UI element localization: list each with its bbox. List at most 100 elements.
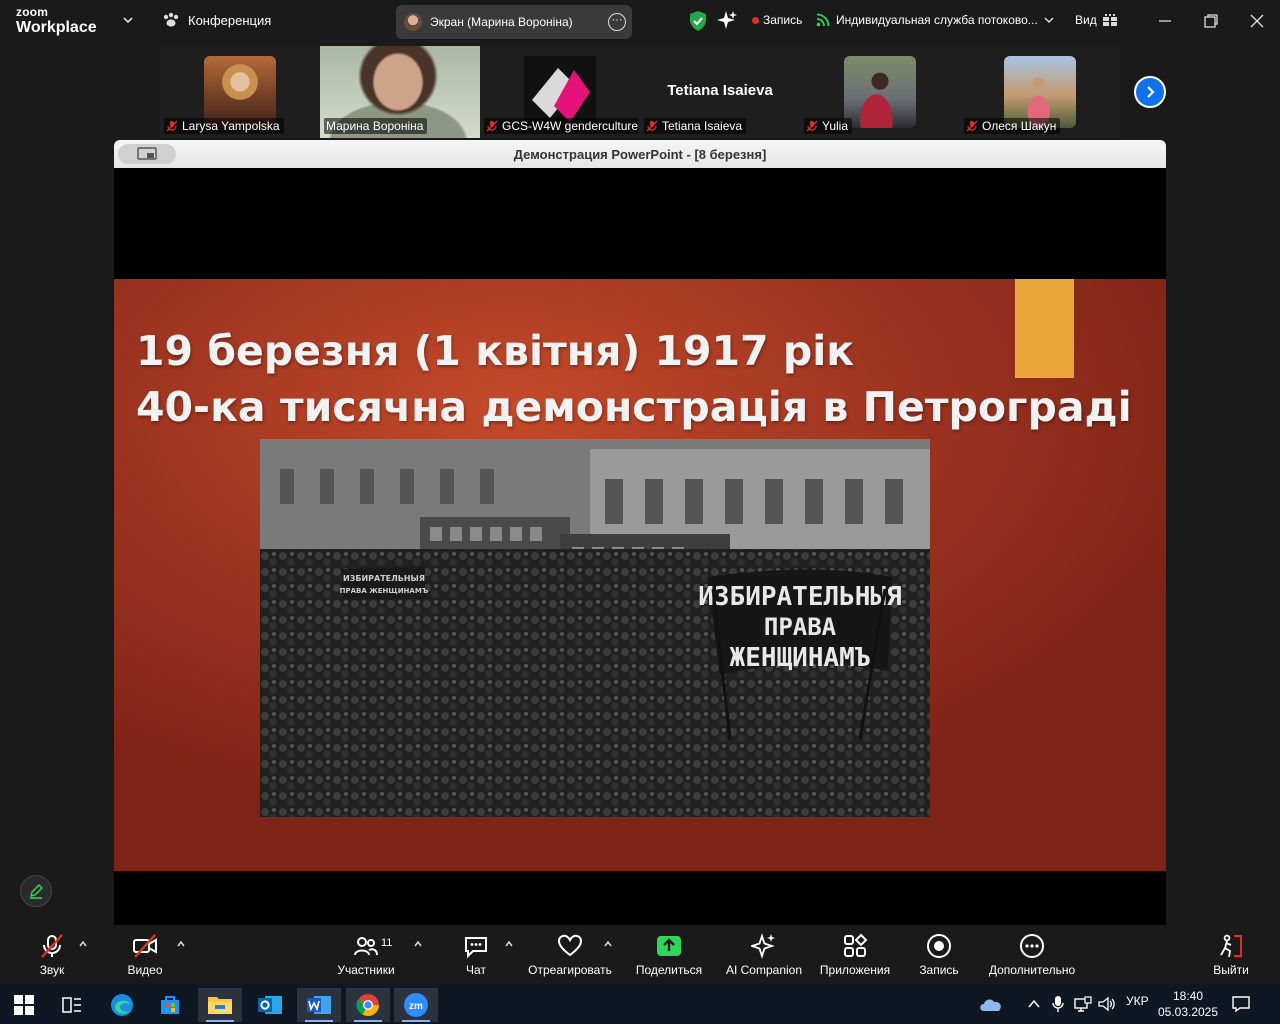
participant-strip: Larysa Yampolska Марина Воронiна GCS-W4W… — [160, 46, 1120, 138]
heart-icon — [557, 934, 583, 957]
participants-button[interactable]: Участники — [318, 933, 414, 977]
chevron-right-icon — [1147, 86, 1155, 98]
ai-sparkle-icon — [751, 933, 775, 959]
chevron-down-icon[interactable] — [122, 14, 134, 26]
ai-sparkle-icon[interactable] — [716, 9, 738, 31]
mic-muted-icon — [966, 120, 978, 132]
chevron-up-icon[interactable] — [504, 939, 514, 949]
chevron-up-icon[interactable] — [603, 939, 613, 949]
chevron-up-icon[interactable] — [413, 939, 423, 949]
restore-icon[interactable] — [1202, 12, 1220, 30]
clock[interactable]: 18:40 05.03.2025 — [1156, 988, 1220, 1020]
ai-companion-button[interactable]: AI Companion — [716, 933, 812, 977]
participant-name: GCS-W4W genderculture — [502, 119, 638, 133]
streaming-service-menu[interactable]: Индивидуальная служба потоково... — [816, 13, 1054, 27]
pencil-icon — [29, 883, 44, 899]
chevron-up-icon[interactable] — [176, 939, 186, 949]
meeting-toolbar: Звук Видео Участники 11 Чат Отреагироват… — [0, 925, 1280, 984]
slide-title-line-2: 40-ка тисячна демонстрація в Петрограді — [136, 383, 1132, 431]
annotate-button[interactable] — [20, 875, 52, 907]
minimize-icon[interactable] — [1156, 12, 1174, 30]
taskbar-store[interactable] — [148, 988, 192, 1022]
taskbar-word[interactable] — [297, 988, 341, 1022]
microphone-icon[interactable] — [1052, 995, 1064, 1013]
participant-label: Олеся Шакун — [964, 118, 1061, 134]
taskbar-outlook[interactable] — [248, 988, 292, 1022]
chat-icon — [465, 937, 487, 959]
view-menu[interactable]: Вид — [1075, 13, 1117, 27]
participant-name: Олеся Шакун — [982, 119, 1057, 133]
chevron-up-icon[interactable] — [1027, 998, 1041, 1010]
chevron-up-icon[interactable] — [78, 939, 88, 949]
record-icon — [927, 934, 951, 958]
notifications-icon[interactable] — [1232, 995, 1250, 1013]
shield-check-icon[interactable] — [688, 10, 708, 32]
participant-name: Larysa Yampolska — [182, 119, 280, 133]
zoom-app-icon: zm — [404, 993, 428, 1017]
participant-label: Марина Воронiна — [324, 118, 428, 134]
mic-muted-icon — [166, 120, 178, 132]
task-view-button[interactable] — [50, 988, 94, 1022]
participant-name: Tetiana Isaieva — [662, 119, 743, 133]
edge-browser-icon — [111, 994, 133, 1016]
view-label: Вид — [1075, 13, 1097, 27]
grid-view-icon — [1102, 14, 1117, 26]
title-bar: zoom Workplace Конференция Экран (Марина… — [0, 0, 1280, 44]
banner-line-2: ПРАВА — [764, 613, 837, 641]
conference-button[interactable]: Конференция — [162, 12, 271, 28]
zoom-workplace-logo[interactable]: zoom Workplace — [16, 6, 97, 36]
leave-label: Выйти — [1213, 963, 1249, 977]
leave-icon — [1220, 934, 1242, 958]
chevron-down-icon — [1044, 17, 1054, 24]
participant-tile[interactable]: Олеся Шакун — [960, 46, 1120, 138]
microphone-muted-icon — [41, 934, 63, 958]
store-icon — [161, 996, 179, 1014]
language-indicator[interactable]: УКР — [1126, 994, 1149, 1008]
windows-logo-icon — [14, 995, 34, 1015]
more-button[interactable]: Дополнительно — [984, 933, 1080, 977]
leave-button[interactable]: Выйти — [1183, 933, 1279, 977]
taskbar-edge[interactable] — [100, 988, 144, 1022]
participant-tile[interactable]: Larysa Yampolska — [160, 46, 320, 138]
participant-photo — [844, 56, 916, 128]
task-view-icon — [62, 997, 81, 1013]
shared-window-title: Демонстрация PowerPoint - [8 березня] — [513, 147, 767, 162]
apps-label: Приложения — [819, 963, 891, 977]
participant-name: Марина Воронiна — [326, 119, 424, 133]
record-button[interactable]: Запись — [891, 933, 987, 977]
recording-indicator[interactable]: Запись — [752, 13, 802, 27]
apps-button[interactable]: Приложения — [807, 933, 903, 977]
start-button[interactable] — [2, 988, 46, 1022]
taskbar-file-explorer[interactable] — [198, 988, 242, 1022]
more-icon — [1020, 934, 1044, 958]
video-off-icon — [133, 934, 157, 958]
onedrive-cloud-icon[interactable] — [978, 996, 1004, 1012]
share-label: Поделиться — [635, 963, 703, 977]
volume-icon[interactable] — [1098, 996, 1116, 1012]
chrome-icon — [356, 994, 379, 1016]
screen-share-pill[interactable]: Экран (Марина Воронiна) ··· — [396, 5, 632, 39]
slide-title-line-1: 19 березня (1 квітня) 1917 рік — [136, 327, 855, 375]
participants-icon — [354, 937, 378, 956]
brand-small: zoom — [16, 5, 49, 19]
chat-label: Чат — [466, 963, 486, 977]
participant-tile[interactable]: GCS-W4W genderculture — [480, 46, 640, 138]
record-dot-icon — [752, 16, 759, 24]
participant-tile[interactable]: Tetiana Isaieva Tetiana Isaieva — [640, 46, 800, 138]
windows-taskbar: zm УКР 18:40 05.03.2025 — [0, 984, 1280, 1024]
next-page-button[interactable] — [1134, 76, 1166, 108]
video-label: Видео — [127, 963, 163, 977]
participant-tile-active-speaker[interactable]: Марина Воронiна — [320, 46, 480, 138]
share-screen-icon — [657, 936, 681, 956]
more-options-icon[interactable]: ··· — [608, 13, 626, 31]
slide-title: 19 березня (1 квітня) 1917 рік 40-ка тис… — [136, 323, 1156, 435]
taskbar-zoom[interactable]: zm — [394, 988, 438, 1022]
network-icon[interactable] — [1074, 996, 1092, 1012]
taskbar-chrome[interactable] — [346, 988, 390, 1022]
participant-tile[interactable]: Yulia — [800, 46, 960, 138]
close-icon[interactable] — [1248, 12, 1266, 30]
paw-icon — [163, 12, 179, 27]
svg-text:zm: zm — [409, 1001, 423, 1012]
share-button[interactable]: Поделиться — [621, 933, 717, 977]
presenter-avatar — [404, 13, 422, 31]
